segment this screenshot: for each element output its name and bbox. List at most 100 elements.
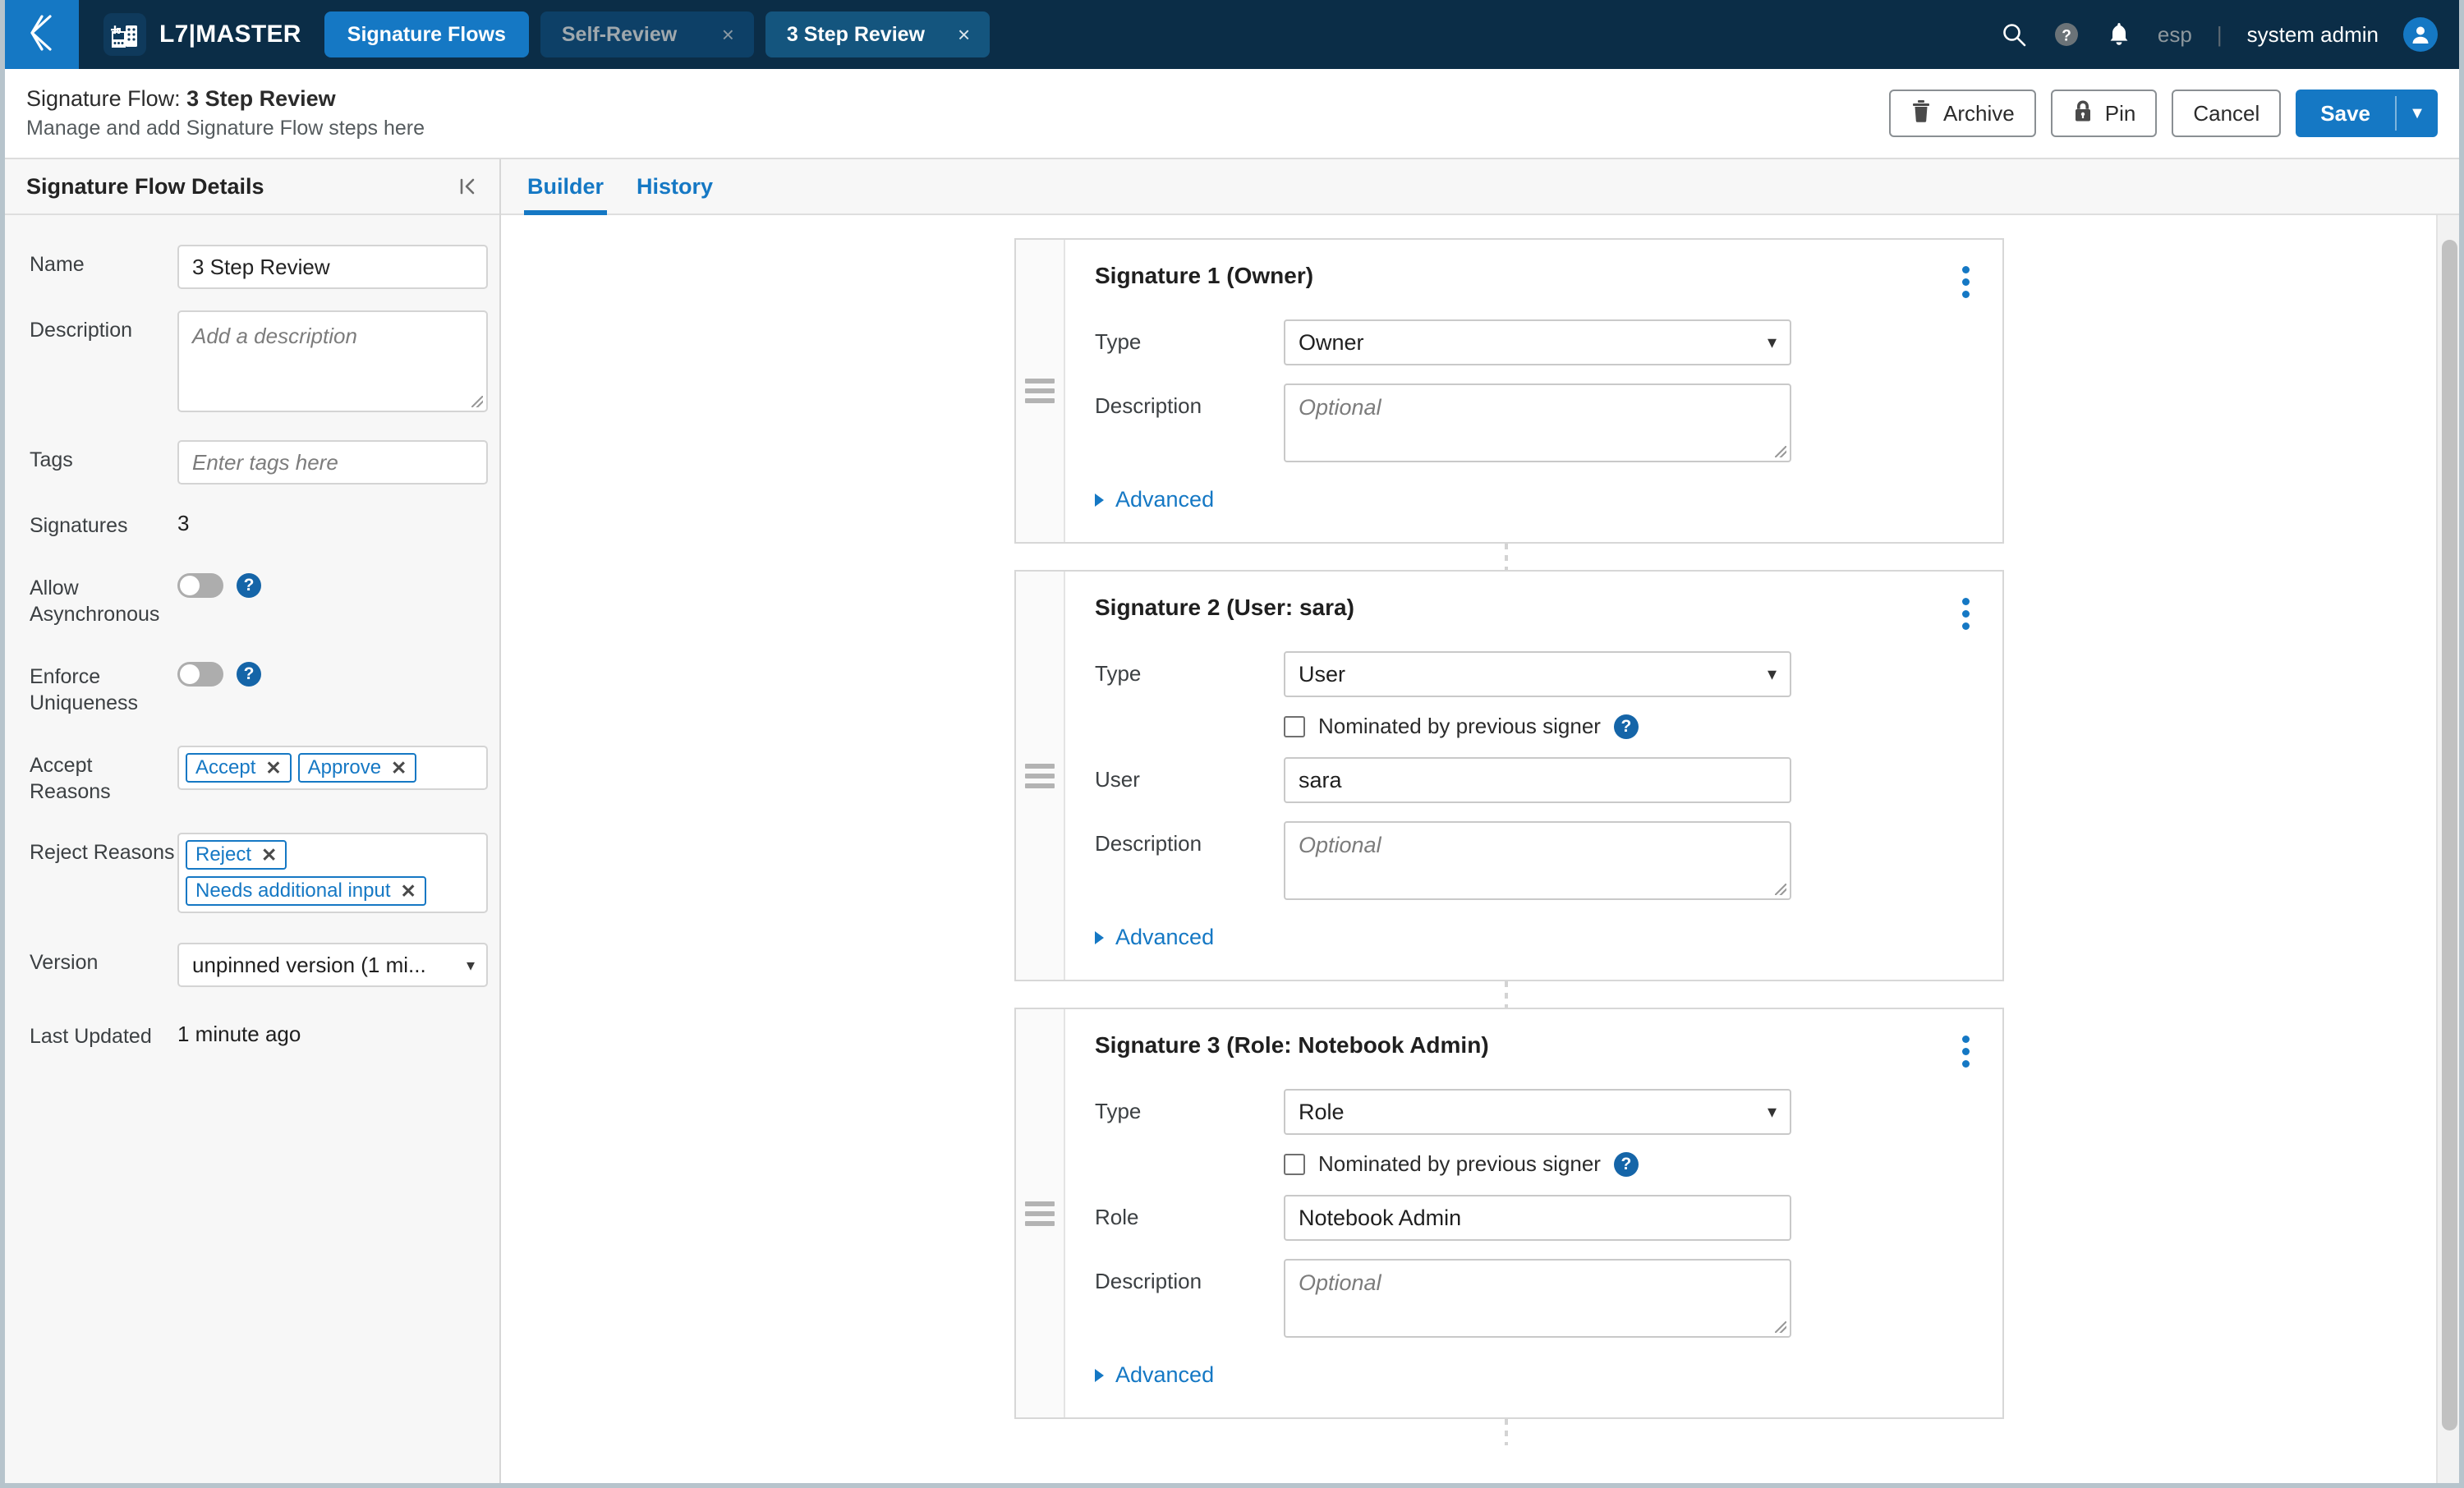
question-circle-icon[interactable]: ?	[2053, 21, 2080, 48]
chip-label: Reject	[195, 843, 252, 866]
help-icon[interactable]: ?	[237, 662, 261, 687]
advanced-toggle[interactable]: Advanced	[1095, 1362, 1976, 1388]
more-vertical-icon[interactable]	[1956, 1032, 1976, 1071]
tab-history[interactable]: History	[633, 159, 716, 214]
type-select-value: Role	[1299, 1099, 1345, 1124]
field-label-user: User	[1095, 767, 1140, 792]
signature-card-wrapper: Signature 1 (Owner) Type Owner ▾ Descrip…	[501, 238, 2459, 570]
card-connector	[1505, 1419, 1508, 1445]
close-icon[interactable]: ✕	[391, 757, 407, 779]
last-updated-value: 1 minute ago	[177, 1022, 301, 1046]
page-title-prefix: Signature Flow:	[26, 86, 187, 111]
field-label-type: Type	[1095, 329, 1142, 354]
accept-reasons-chipbox[interactable]: Accept ✕ Approve ✕	[177, 746, 488, 790]
close-icon[interactable]: ×	[722, 24, 734, 45]
username-label[interactable]: system admin	[2247, 22, 2379, 48]
language-indicator[interactable]: esp	[2158, 22, 2192, 48]
field-type: Type Owner ▾	[1095, 319, 1976, 365]
type-select[interactable]: Role ▾	[1284, 1089, 1791, 1135]
nominated-by-previous-signer-checkbox[interactable]	[1284, 715, 1305, 737]
card-description-textarea[interactable]: Optional	[1284, 383, 1791, 462]
nav-tab-self-review[interactable]: Self-Review ×	[540, 11, 754, 57]
field-name: Name 3 Step Review	[5, 245, 499, 289]
field-label-enforce-uniqueness: Enforce Uniqueness	[30, 665, 139, 714]
allow-asynchronous-toggle[interactable]	[177, 573, 223, 598]
close-icon[interactable]: ×	[958, 24, 970, 45]
vertical-scrollbar[interactable]	[2436, 215, 2459, 1483]
reject-reasons-chipbox[interactable]: Reject ✕ Needs additional input ✕	[177, 833, 488, 913]
advanced-label: Advanced	[1115, 487, 1215, 512]
archive-button[interactable]: Archive	[1889, 90, 2036, 137]
user-input[interactable]: sara	[1284, 757, 1791, 803]
sidebar-header: Signature Flow Details	[5, 159, 499, 215]
trash-icon	[1910, 99, 1932, 128]
close-icon[interactable]: ✕	[261, 844, 277, 866]
advanced-toggle[interactable]: Advanced	[1095, 925, 1976, 950]
brand[interactable]: L7|MASTER	[79, 0, 318, 69]
bell-icon[interactable]	[2105, 21, 2133, 48]
pin-button-label: Pin	[2104, 100, 2136, 126]
svg-text:?: ?	[2062, 28, 2071, 45]
type-select[interactable]: User ▾	[1284, 651, 1791, 697]
chip-reject[interactable]: Reject ✕	[186, 840, 287, 870]
triangle-right-icon	[1095, 493, 1104, 507]
chevron-left-icon	[24, 11, 60, 58]
help-icon[interactable]: ?	[1613, 714, 1639, 739]
field-label-description: Description	[1095, 393, 1202, 418]
signature-card-wrapper: Signature 2 (User: sara) Type User ▾ Nom…	[501, 570, 2459, 1008]
chip-approve[interactable]: Approve ✕	[297, 753, 417, 783]
collapse-panel-left-icon[interactable]	[455, 174, 480, 199]
drag-handle-icon[interactable]	[1016, 240, 1065, 542]
field-card-description: Description Optional	[1095, 1259, 1976, 1338]
search-icon[interactable]	[2000, 21, 2028, 48]
nav-tab-3-step-review[interactable]: 3 Step Review ×	[765, 11, 991, 57]
signature-card-3: Signature 3 (Role: Notebook Admin) Type …	[1014, 1008, 2004, 1419]
description-textarea[interactable]: Add a description	[177, 310, 488, 412]
card-description-textarea[interactable]: Optional	[1284, 1259, 1791, 1338]
name-input[interactable]: 3 Step Review	[177, 245, 488, 289]
help-icon[interactable]: ?	[1613, 1151, 1639, 1177]
scrollbar-thumb[interactable]	[2442, 240, 2457, 1431]
help-icon[interactable]: ?	[237, 573, 261, 598]
field-label-allow-asynchronous: Allow Asynchronous	[30, 576, 160, 626]
signature-card-title: Signature 3 (Role: Notebook Admin)	[1095, 1032, 1489, 1058]
nominated-by-previous-signer-row: Nominated by previous signer ?	[1284, 714, 1976, 739]
type-select-value: User	[1299, 661, 1346, 687]
save-button-group[interactable]: Save ▼	[2296, 90, 2438, 137]
field-version: Version unpinned version (1 mi... ▾	[5, 943, 499, 987]
sidebar-form: Name 3 Step Review Description Add a des…	[5, 215, 499, 1071]
advanced-toggle[interactable]: Advanced	[1095, 487, 1976, 512]
save-button[interactable]: Save	[2296, 90, 2395, 137]
type-select[interactable]: Owner ▾	[1284, 319, 1791, 365]
card-description-textarea[interactable]: Optional	[1284, 821, 1791, 900]
signature-card-2: Signature 2 (User: sara) Type User ▾ Nom…	[1014, 570, 2004, 981]
chip-needs-additional-input[interactable]: Needs additional input ✕	[186, 876, 426, 906]
close-icon[interactable]: ✕	[401, 880, 416, 902]
drag-handle-icon[interactable]	[1016, 572, 1065, 980]
close-icon[interactable]: ✕	[265, 757, 281, 779]
signature-card-title: Signature 2 (User: sara)	[1095, 595, 1354, 620]
version-select[interactable]: unpinned version (1 mi... ▾	[177, 943, 488, 987]
signature-card-title: Signature 1 (Owner)	[1095, 263, 1314, 288]
nav-pill-signature-flows[interactable]: Signature Flows	[324, 11, 529, 57]
tags-input[interactable]: Enter tags here	[177, 440, 488, 485]
avatar[interactable]	[2403, 17, 2438, 52]
field-role: Role Notebook Admin	[1095, 1195, 1976, 1241]
role-input[interactable]: Notebook Admin	[1284, 1195, 1791, 1241]
enforce-uniqueness-toggle[interactable]	[177, 662, 223, 687]
drag-handle-icon[interactable]	[1016, 1009, 1065, 1417]
pin-button[interactable]: Pin	[2050, 90, 2158, 137]
field-label-reject-reasons: Reject Reasons	[30, 841, 175, 864]
more-vertical-icon[interactable]	[1956, 263, 1976, 301]
chip-label: Accept	[195, 756, 256, 778]
chevron-down-icon[interactable]: ▼	[2397, 90, 2438, 137]
tab-builder[interactable]: Builder	[524, 159, 608, 215]
nominated-by-previous-signer-row: Nominated by previous signer ?	[1284, 1151, 1976, 1177]
cancel-button-label: Cancel	[2193, 100, 2260, 126]
chip-accept[interactable]: Accept ✕	[186, 753, 292, 783]
cancel-button[interactable]: Cancel	[2172, 90, 2282, 137]
more-vertical-icon[interactable]	[1956, 595, 1976, 633]
back-button[interactable]	[5, 0, 79, 69]
page-body: Signature Flow Details Name 3 Step Revie…	[5, 159, 2459, 1483]
nominated-by-previous-signer-checkbox[interactable]	[1284, 1153, 1305, 1175]
